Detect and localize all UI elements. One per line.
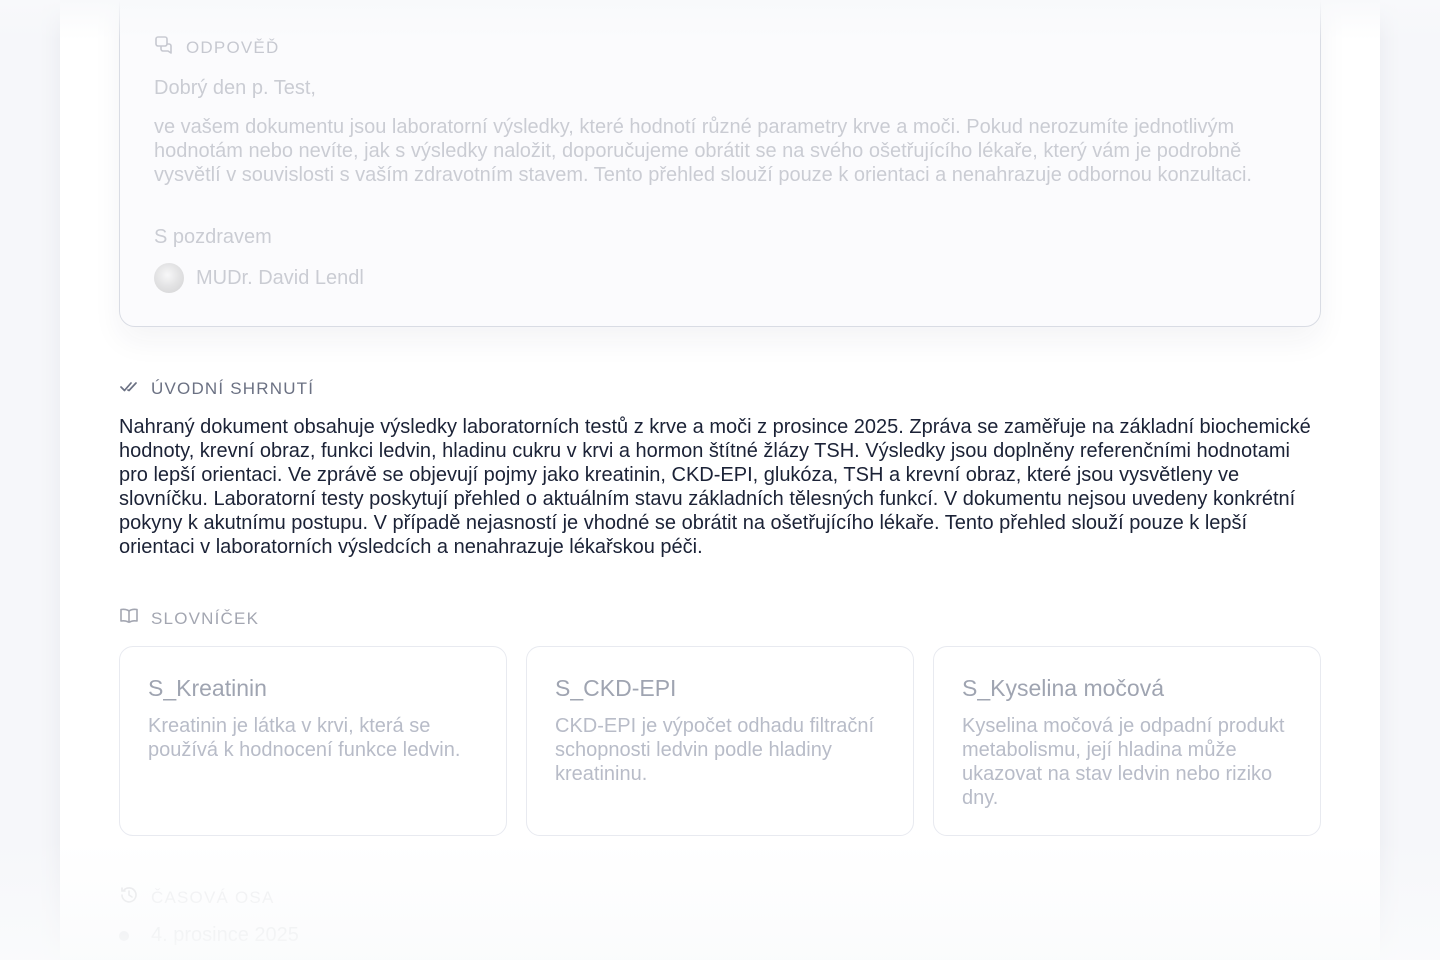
avatar xyxy=(154,263,184,293)
summary-text: Nahraný dokument obsahuje výsledky labor… xyxy=(119,416,1311,558)
glossary-definition: Kyselina močová je odpadní produkt metab… xyxy=(962,715,1285,809)
glossary-term: S_Kreatinin xyxy=(148,675,267,701)
chat-bubbles-icon xyxy=(154,35,174,60)
timeline-heading-label: ČASOVÁ OSA xyxy=(151,887,275,907)
open-book-icon xyxy=(119,606,139,631)
glossary-card[interactable]: S_CKD-EPI CKD-EPI je výpočet odhadu filt… xyxy=(526,646,914,836)
history-clock-icon xyxy=(119,885,139,910)
reply-body: ve vašem dokumentu jsou laboratorní výsl… xyxy=(154,116,1252,186)
glossary-heading-label: SLOVNÍČEK xyxy=(151,608,260,628)
glossary-card[interactable]: S_Kreatinin Kreatinin je látka v krvi, k… xyxy=(119,646,507,836)
reply-card: ODPOVĚĎ Dobrý den p. Test, ve vašem doku… xyxy=(119,0,1321,327)
glossary-term: S_CKD-EPI xyxy=(555,675,677,701)
doctor-name: MUDr. David Lendl xyxy=(196,266,364,289)
document-view: ODPOVĚĎ Dobrý den p. Test, ve vašem doku… xyxy=(60,0,1380,960)
glossary-heading: SLOVNÍČEK xyxy=(119,606,259,631)
glossary-term: S_Kyselina močová xyxy=(962,675,1164,701)
doctor-signature: MUDr. David Lendl xyxy=(154,263,364,293)
summary-heading-label: ÚVODNÍ SHRNUTÍ xyxy=(151,378,315,398)
timeline-date: 4. prosince 2025 xyxy=(151,924,299,946)
summary-heading: ÚVODNÍ SHRNUTÍ xyxy=(119,376,314,401)
reply-signoff: S pozdravem xyxy=(154,226,272,248)
timeline-item: 4. prosince 2025 xyxy=(119,924,299,947)
glossary-definition: Kreatinin je látka v krvi, která se použ… xyxy=(148,715,461,761)
reply-greeting: Dobrý den p. Test, xyxy=(154,77,316,99)
timeline-heading: ČASOVÁ OSA xyxy=(119,885,274,910)
double-check-icon xyxy=(119,376,139,401)
glossary-card[interactable]: S_Kyselina močová Kyselina močová je odp… xyxy=(933,646,1321,836)
timeline-dot xyxy=(119,930,129,941)
glossary-list: S_Kreatinin Kreatinin je látka v krvi, k… xyxy=(119,646,1321,836)
glossary-definition: CKD-EPI je výpočet odhadu filtrační scho… xyxy=(555,715,875,785)
reply-heading: ODPOVĚĎ xyxy=(154,35,279,60)
reply-heading-label: ODPOVĚĎ xyxy=(186,37,280,57)
